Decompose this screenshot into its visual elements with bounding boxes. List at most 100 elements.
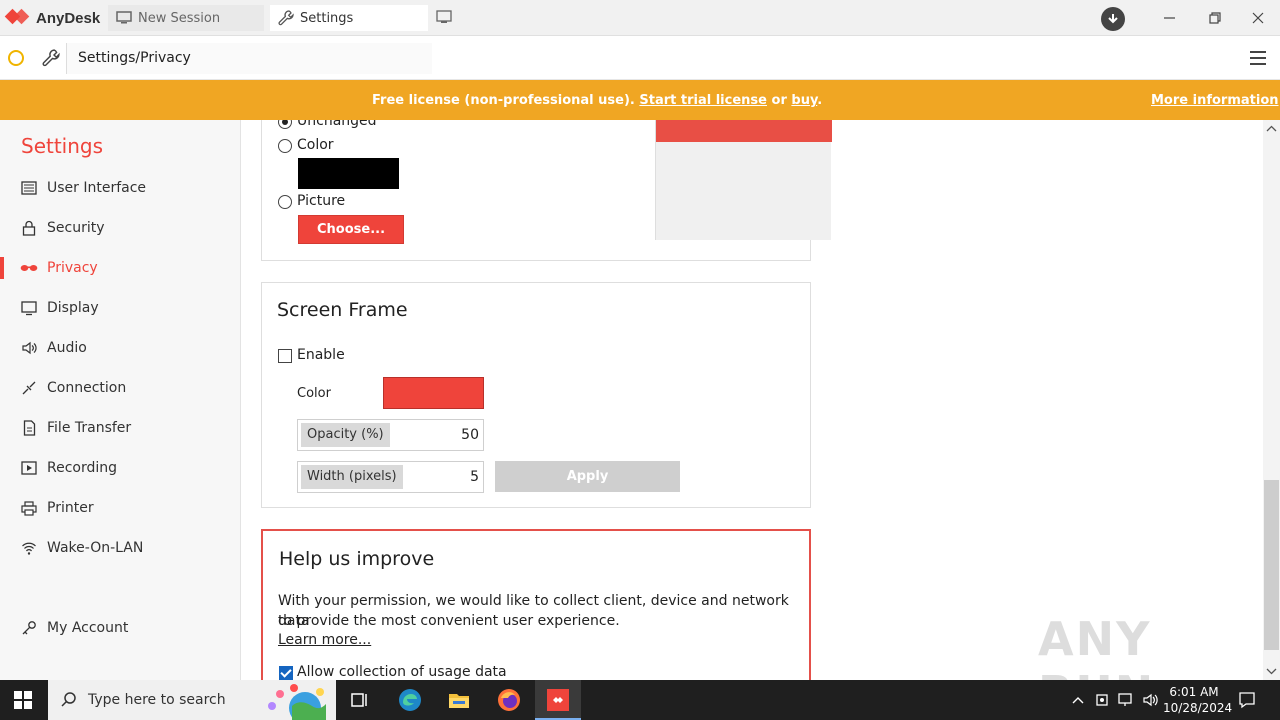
sidebar-item-connection[interactable]: Connection bbox=[0, 373, 240, 403]
sidebar-item-printer[interactable]: Printer bbox=[0, 493, 240, 523]
wrench-icon bbox=[278, 10, 294, 26]
restore-icon[interactable] bbox=[1207, 10, 1223, 26]
width-value: 5 bbox=[470, 469, 479, 485]
background-color-swatch[interactable] bbox=[298, 158, 399, 189]
close-icon[interactable] bbox=[1250, 10, 1266, 26]
sidebar-item-label: Wake-On-LAN bbox=[47, 540, 144, 556]
task-view-icon[interactable] bbox=[348, 688, 372, 712]
color-label: Color bbox=[297, 137, 334, 153]
sidebar-item-label: Recording bbox=[47, 460, 118, 476]
download-update-button[interactable] bbox=[1101, 7, 1125, 31]
or-text: or bbox=[766, 93, 792, 108]
wrench-icon bbox=[42, 49, 60, 67]
background-preview bbox=[655, 120, 832, 240]
unchanged-radio[interactable] bbox=[278, 120, 292, 129]
sidebar-item-display[interactable]: Display bbox=[0, 293, 240, 323]
opacity-label: Opacity (%) bbox=[301, 423, 390, 447]
sidebar-item-privacy[interactable]: Privacy bbox=[0, 253, 240, 283]
sidebar-item-label: Display bbox=[47, 300, 99, 316]
sidebar-item-label: Security bbox=[47, 220, 105, 236]
width-label: Width (pixels) bbox=[301, 465, 403, 489]
app-name: AnyDesk bbox=[36, 9, 101, 27]
network-icon[interactable] bbox=[1118, 692, 1136, 708]
color-radio[interactable] bbox=[278, 139, 292, 153]
screen-frame-panel: Screen Frame Enable Color Opacity (%) 50… bbox=[261, 282, 811, 508]
preview-image bbox=[656, 120, 832, 142]
title-bar: AnyDesk New Session Settings bbox=[0, 0, 1280, 36]
license-banner: Free license (non-professional use). Sta… bbox=[0, 80, 1280, 120]
background-panel: Unchanged Color Picture Choose... bbox=[261, 120, 832, 261]
sidebar-item-label: File Transfer bbox=[47, 420, 132, 436]
settings-sidebar: Settings User Interface Security Privacy… bbox=[0, 120, 241, 680]
help-improve-panel: Help us improve With your permission, we… bbox=[261, 529, 811, 680]
license-text: Free license (non-professional use). bbox=[372, 93, 640, 108]
opacity-field[interactable]: Opacity (%) 50 bbox=[297, 419, 484, 451]
windows-start-icon[interactable] bbox=[14, 691, 32, 709]
sidebar-item-security[interactable]: Security bbox=[0, 213, 240, 243]
sidebar-item-label: Privacy bbox=[47, 260, 98, 276]
minimize-icon[interactable] bbox=[1162, 10, 1178, 26]
allow-usage-checkbox[interactable] bbox=[279, 666, 293, 680]
anydesk-taskbar-button[interactable] bbox=[535, 680, 581, 720]
glasses-icon bbox=[20, 259, 38, 277]
more-information-link[interactable]: More information bbox=[1151, 93, 1279, 108]
new-tab-icon[interactable] bbox=[436, 10, 452, 24]
sidebar-item-audio[interactable]: Audio bbox=[0, 333, 240, 363]
frame-color-label: Color bbox=[297, 386, 331, 401]
anydesk-icon bbox=[547, 689, 569, 711]
address-bar: Settings/Privacy bbox=[0, 37, 1280, 80]
recording-icon bbox=[20, 459, 38, 477]
address-input[interactable]: Settings/Privacy bbox=[66, 43, 432, 74]
chevron-up-icon[interactable] bbox=[1071, 694, 1085, 706]
wifi-icon bbox=[20, 539, 38, 557]
tab-new-session[interactable]: New Session bbox=[108, 5, 264, 31]
sidebar-item-recording[interactable]: Recording bbox=[0, 453, 240, 483]
tab-label: Settings bbox=[300, 10, 354, 26]
file-icon bbox=[20, 419, 38, 437]
picture-radio[interactable] bbox=[278, 195, 292, 209]
meet-now-icon[interactable] bbox=[1095, 692, 1111, 708]
enable-checkbox[interactable] bbox=[278, 349, 292, 363]
choose-picture-button[interactable]: Choose... bbox=[298, 215, 404, 244]
enable-label: Enable bbox=[297, 347, 345, 363]
menu-icon[interactable] bbox=[1250, 51, 1266, 65]
taskbar-search[interactable]: Type here to search bbox=[48, 680, 336, 720]
edge-icon[interactable] bbox=[398, 688, 422, 712]
lock-icon bbox=[20, 219, 38, 237]
sidebar-item-file-transfer[interactable]: File Transfer bbox=[0, 413, 240, 443]
tab-settings[interactable]: Settings bbox=[270, 5, 428, 31]
screen-frame-title: Screen Frame bbox=[277, 299, 408, 321]
user-interface-icon bbox=[20, 179, 38, 197]
sidebar-item-label: User Interface bbox=[47, 180, 147, 196]
arrow-down-icon bbox=[1108, 14, 1118, 24]
anydesk-logo: AnyDesk bbox=[4, 8, 101, 28]
sidebar-item-label: My Account bbox=[47, 620, 129, 636]
buy-link[interactable]: buy bbox=[791, 93, 817, 108]
time-text: 6:01 AM bbox=[1169, 685, 1219, 699]
sidebar-item-label: Audio bbox=[47, 340, 87, 356]
sidebar-title: Settings bbox=[21, 134, 104, 158]
sidebar-item-user-interface[interactable]: User Interface bbox=[0, 173, 240, 203]
help-title: Help us improve bbox=[279, 548, 435, 570]
settings-content: Unchanged Color Picture Choose... Screen… bbox=[241, 120, 1263, 680]
license-message: Free license (non-professional use). Sta… bbox=[372, 93, 822, 108]
sidebar-item-my-account[interactable]: My Account bbox=[0, 613, 240, 643]
file-explorer-icon[interactable] bbox=[447, 688, 471, 712]
sidebar-item-wake-on-lan[interactable]: Wake-On-LAN bbox=[0, 533, 240, 563]
period-text: . bbox=[817, 93, 823, 108]
start-trial-link[interactable]: Start trial license bbox=[639, 93, 767, 108]
apply-button[interactable]: Apply bbox=[495, 461, 680, 492]
tab-label: New Session bbox=[138, 10, 221, 26]
firefox-icon[interactable] bbox=[497, 688, 521, 712]
scroll-up-icon[interactable] bbox=[1265, 124, 1278, 134]
news-widget-icon[interactable] bbox=[260, 682, 332, 720]
notifications-icon[interactable] bbox=[1238, 691, 1256, 709]
learn-more-link[interactable]: Learn more... bbox=[278, 632, 371, 648]
volume-icon[interactable] bbox=[1142, 692, 1160, 708]
frame-color-swatch[interactable] bbox=[383, 377, 484, 409]
width-field[interactable]: Width (pixels) 5 bbox=[297, 461, 484, 493]
clock[interactable]: 6:01 AM 10/28/2024 bbox=[1163, 684, 1232, 716]
search-icon bbox=[61, 692, 76, 707]
speaker-icon bbox=[20, 339, 38, 357]
picture-label: Picture bbox=[297, 193, 346, 209]
